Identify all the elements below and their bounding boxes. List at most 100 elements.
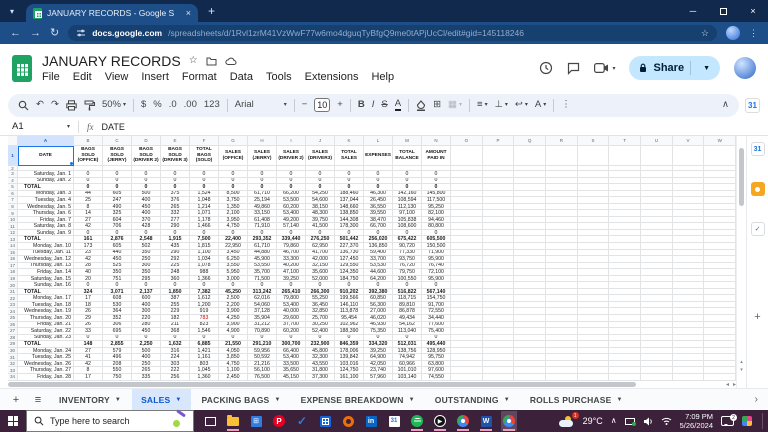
get-addons-icon[interactable]: + [751, 310, 765, 324]
grid-corner[interactable] [8, 136, 18, 146]
vertical-scroll-thumb[interactable] [739, 148, 744, 206]
name-box-dropdown-icon[interactable]: ▾ [67, 123, 70, 130]
column-header-N[interactable]: N [422, 136, 451, 146]
text-wrap-icon[interactable]: ↩ ▾ [515, 100, 528, 110]
header-cell[interactable]: AMOUNT PAID IN [422, 146, 451, 166]
column-header-V[interactable]: V [672, 136, 705, 146]
cell[interactable]: 37,300 [306, 373, 335, 381]
column-header-O[interactable]: O [451, 136, 483, 146]
cell[interactable] [451, 146, 483, 166]
header-cell[interactable]: SALES (DRIVER3) [306, 146, 335, 166]
media-player-icon[interactable]: ▶ [432, 411, 448, 431]
menu-format[interactable]: Format [182, 71, 217, 83]
column-header-U[interactable]: U [641, 136, 673, 146]
column-header-L[interactable]: L [364, 136, 393, 146]
cell[interactable]: 76,500 [248, 373, 277, 381]
row-header-1[interactable]: 1 [8, 146, 18, 166]
header-cell[interactable]: DATE [18, 146, 74, 166]
fill-color-icon[interactable] [416, 99, 426, 111]
calendar-app-icon[interactable] [317, 411, 333, 431]
cell[interactable]: 1,360 [190, 373, 219, 381]
tasks-icon[interactable]: ✓ [750, 222, 765, 236]
sheet-tab-dropdown-icon[interactable]: ▼ [115, 397, 121, 403]
cell[interactable] [672, 146, 705, 166]
spotify-icon[interactable] [409, 411, 425, 431]
wifi-icon[interactable] [661, 417, 672, 425]
header-cell[interactable]: SALES (DRIVER 2) [277, 146, 306, 166]
url-bar[interactable]: docs.google.com /spreadsheets/d/1Rvl1zrM… [68, 25, 717, 41]
column-header-P[interactable]: P [482, 136, 515, 146]
browser-tab[interactable]: JANUARY RECORDS - Google S × [26, 4, 198, 22]
profile-avatar[interactable] [734, 57, 756, 79]
redo-icon[interactable]: ↷ [51, 100, 59, 110]
column-header-W[interactable]: W [704, 136, 736, 146]
cell[interactable] [546, 146, 578, 166]
header-cell[interactable]: BAGS SOLD (OFFICE) [74, 146, 103, 166]
bookmark-star-icon[interactable]: ☆ [701, 28, 709, 39]
cloud-status-icon[interactable] [225, 57, 237, 66]
zoom-select[interactable]: 50% ▾ [102, 100, 126, 110]
column-header-I[interactable]: I [277, 136, 306, 146]
header-cell[interactable]: BAGS SOLD (JERRY) [103, 146, 132, 166]
menu-edit[interactable]: Edit [73, 71, 92, 83]
speaker-icon[interactable] [643, 417, 653, 426]
name-box[interactable]: A1 ▾ [12, 121, 70, 132]
clock[interactable]: 7:09 PM 5/26/2024 [680, 412, 713, 431]
restore-button[interactable] [708, 0, 738, 22]
menu-tools[interactable]: Tools [266, 71, 292, 83]
sheet-tab-dropdown-icon[interactable]: ▼ [274, 397, 280, 403]
cell[interactable] [577, 373, 610, 381]
header-cell[interactable]: TOTAL SALES [335, 146, 364, 166]
column-header-M[interactable]: M [393, 136, 422, 146]
row-header-34[interactable]: 34 [8, 373, 18, 381]
sheet-tab-dropdown-icon[interactable]: ▼ [409, 397, 415, 403]
header-cell[interactable]: TOTAL BAGS (SOLD) [190, 146, 219, 166]
weather-icon[interactable]: 1 [558, 412, 579, 427]
close-button[interactable]: × [738, 0, 768, 22]
tab-close-icon[interactable]: × [186, 8, 191, 18]
italic-button[interactable]: I [372, 100, 375, 110]
more-toolbar-icon[interactable]: ⋮ [561, 100, 571, 110]
todo-check-icon[interactable]: ✓ [294, 411, 310, 431]
sheet-tab-outstanding[interactable]: OUTSTANDING ▼ [426, 389, 519, 411]
cell[interactable] [609, 373, 642, 381]
sheet-tab-expense-breakdown[interactable]: EXPENSE BREAKDOWN ▼ [292, 389, 424, 411]
cell[interactable]: 103,140 [393, 373, 422, 381]
column-header-A[interactable]: A [18, 136, 74, 146]
keep-icon[interactable] [750, 182, 765, 196]
site-settings-icon[interactable] [76, 28, 86, 38]
header-cell[interactable]: BAGS SOLD (DRIVER 2) [132, 146, 161, 166]
column-header-T[interactable]: T [609, 136, 642, 146]
cell[interactable] [514, 373, 547, 381]
column-header-G[interactable]: G [219, 136, 248, 146]
column-header-S[interactable]: S [577, 136, 610, 146]
print-icon[interactable] [66, 99, 77, 111]
new-tab-button[interactable]: + [208, 4, 215, 18]
sheet-scroll-right-icon[interactable]: › [755, 394, 762, 405]
cell[interactable] [704, 373, 736, 381]
sheet-tab-inventory[interactable]: INVENTORY ▼ [50, 389, 130, 411]
notifications-icon[interactable]: 2 [721, 414, 737, 426]
browser-ring-icon[interactable] [340, 411, 356, 431]
horizontal-scroll-arrows[interactable]: ◂▸ [726, 381, 740, 388]
tab-search-icon[interactable]: ▾ [4, 7, 20, 16]
sheets-logo-icon[interactable] [12, 54, 32, 82]
cell[interactable]: 750 [103, 373, 132, 381]
linkedin-icon[interactable]: in [363, 411, 379, 431]
browser-profile-avatar[interactable] [726, 26, 740, 40]
search-doodle-icon[interactable] [173, 415, 186, 428]
add-sheet-icon[interactable]: + [6, 394, 26, 406]
cell[interactable] [704, 146, 736, 166]
vertical-scrollbar[interactable]: ▴ ▾ [736, 136, 746, 388]
undo-icon[interactable]: ↶ [36, 100, 44, 110]
show-desktop-button[interactable] [762, 413, 764, 429]
column-header-D[interactable]: D [132, 136, 161, 146]
sheet-tab-dropdown-icon[interactable]: ▼ [504, 397, 510, 403]
menu-extensions[interactable]: Extensions [305, 71, 359, 83]
header-cell[interactable]: SALES (OFFICE) [219, 146, 248, 166]
word-icon[interactable]: W [478, 411, 494, 431]
column-header-E[interactable]: E [161, 136, 190, 146]
column-header-C[interactable]: C [103, 136, 132, 146]
decrease-decimals-button[interactable]: .0 [169, 100, 177, 110]
cell[interactable] [514, 146, 547, 166]
